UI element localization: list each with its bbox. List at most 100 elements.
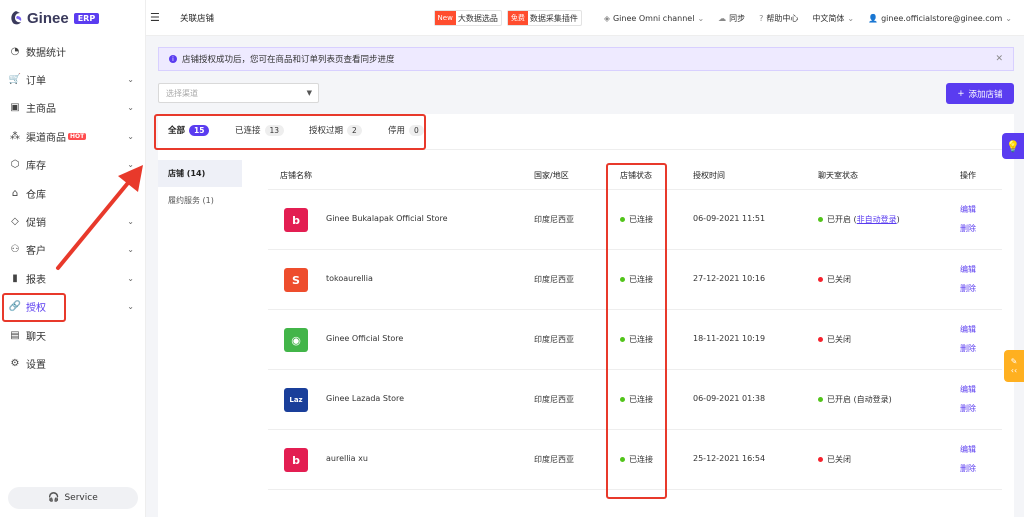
- edit-link[interactable]: 编辑: [960, 444, 976, 455]
- menu-toggle-icon[interactable]: ☰: [150, 11, 162, 24]
- channel-icon: ⁂: [10, 130, 20, 142]
- sidebar-item[interactable]: ▮ 报表 ⌄: [0, 264, 145, 292]
- chevron-down-icon: ⌄: [127, 217, 134, 227]
- sidebar-item[interactable]: 🛒 订单 ⌄: [0, 65, 145, 93]
- sidebar-item[interactable]: ◔ 数据统计: [0, 37, 145, 65]
- sidebar: Ginee ERP ◔ 数据统计 🛒 订单 ⌄ ▣ 主商品 ⌄ ⁂ 渠道商品 HOT ⌄ ⬡ 库存 ⌄ ⌂ 仓库…: [0, 0, 146, 517]
- sidebar-item[interactable]: ⬡ 库存 ⌄: [0, 151, 145, 179]
- feedback-tab[interactable]: ✎ ‹‹: [1004, 350, 1024, 382]
- chat-status-text: 已开启 (自动登录): [827, 395, 892, 404]
- sidebar-item-label: 主商品: [26, 104, 56, 116]
- sidebar-item-label: 报表: [26, 274, 46, 286]
- sidebar-item-label: 数据统计: [26, 47, 66, 59]
- free-badge: 免费: [507, 11, 528, 25]
- auth-time: 27-12-2021 10:16: [693, 274, 766, 283]
- brand-logo[interactable]: Ginee ERP: [0, 0, 145, 36]
- add-store-label: 添加店铺: [968, 89, 1003, 100]
- edit-link[interactable]: 编辑: [960, 204, 976, 215]
- delete-link[interactable]: 删除: [960, 283, 976, 294]
- service-label: Service: [64, 493, 98, 503]
- chevron-down-icon: ▼: [306, 89, 312, 97]
- sidebar-item[interactable]: ▣ 主商品 ⌄: [0, 94, 145, 122]
- sidebar-item[interactable]: ◇ 促销 ⌄: [0, 207, 145, 235]
- col-auth-time: 授权时间: [693, 171, 725, 180]
- delete-link[interactable]: 删除: [960, 463, 976, 474]
- auth-time: 18-11-2021 10:19: [693, 334, 766, 343]
- omni-channel-menu[interactable]: ◈ Ginee Omni channel ⌄: [604, 14, 704, 23]
- auth-time: 06-09-2021 11:51: [693, 214, 766, 223]
- chevron-down-icon: ⌄: [127, 273, 134, 283]
- big-data-label: 大数据选品: [457, 13, 498, 23]
- store-type-nav: 店铺 (14) 履约服务 (1): [158, 160, 242, 214]
- sidebar-item-label: 聊天: [26, 331, 46, 343]
- store-country: 印度尼西亚: [534, 395, 574, 404]
- help-center-link[interactable]: ? 帮助中心: [759, 13, 798, 24]
- store-name: Ginee Bukalapak Official Store: [326, 214, 448, 223]
- bukalapak-logo-icon: b: [284, 208, 308, 232]
- sidebar-item[interactable]: ⚇ 客户 ⌄: [0, 236, 145, 264]
- plugin-label: 数据采集插件: [529, 13, 578, 23]
- account-menu[interactable]: 👤 ginee.officialstore@ginee.com ⌄: [868, 14, 1012, 23]
- tokopedia-logo-icon: ◉: [284, 328, 308, 352]
- language-select[interactable]: 中文简体 ⌄: [812, 13, 854, 24]
- channel-placeholder: 选择渠道: [166, 88, 198, 98]
- edit-link[interactable]: 编辑: [960, 384, 976, 395]
- chat-status: 已开启 (非自动登录): [818, 214, 900, 225]
- sync-link[interactable]: ☁ 同步: [718, 13, 745, 24]
- sidebar-item-label: 仓库: [26, 189, 46, 201]
- omni-label: Ginee Omni channel: [612, 13, 695, 23]
- auth-time: 06-09-2021 01:38: [693, 394, 766, 403]
- sidebar-item-label: 促销: [26, 218, 46, 230]
- edit-link[interactable]: 编辑: [960, 264, 976, 275]
- sidebar-item[interactable]: ⁂ 渠道商品 HOT ⌄: [0, 122, 145, 150]
- warehouse-icon: ⌂: [11, 187, 19, 199]
- tips-bulb-icon[interactable]: 💡: [1002, 133, 1024, 159]
- ginee-logo-icon: [11, 11, 22, 25]
- subnav-stores[interactable]: 店铺 (14): [158, 160, 242, 187]
- channel-select[interactable]: 选择渠道 ▼: [158, 83, 319, 103]
- chevron-down-icon: ⌄: [127, 131, 134, 141]
- big-data-button[interactable]: New 大数据选品: [433, 10, 502, 26]
- chat-status-text: 已关闭: [827, 275, 851, 284]
- annotation-highlight-tabs: [154, 114, 426, 150]
- delete-link[interactable]: 删除: [960, 403, 976, 414]
- help-icon: ?: [759, 13, 764, 23]
- sidebar-nav: ◔ 数据统计 🛒 订单 ⌄ ▣ 主商品 ⌄ ⁂ 渠道商品 HOT ⌄ ⬡ 库存 ⌄ ⌂ 仓库 ◇ 促销 ⌄ ⚇ 客户 ⌄ ▮ 报…: [0, 37, 145, 378]
- annotation-highlight-status: [606, 163, 667, 499]
- service-button[interactable]: 🎧 Service: [8, 487, 138, 509]
- store-name: aurellia xu: [326, 454, 368, 463]
- chat-status-text: 已关闭: [827, 335, 851, 344]
- info-icon: i: [169, 55, 177, 63]
- sidebar-item[interactable]: ⚙ 设置: [0, 349, 145, 377]
- col-chat-status: 聊天室状态: [818, 171, 858, 180]
- col-store-name: 店铺名称: [280, 171, 312, 180]
- cloud-icon: ☁: [718, 13, 727, 23]
- close-icon[interactable]: ✕: [995, 54, 1003, 64]
- sidebar-item[interactable]: ⌂ 仓库: [0, 179, 145, 207]
- store-country: 印度尼西亚: [534, 275, 574, 284]
- plugin-button[interactable]: 免费 数据采集插件: [506, 10, 582, 26]
- help-label: 帮助中心: [766, 13, 799, 23]
- chat-dot: [818, 277, 823, 282]
- col-actions: 操作: [960, 171, 976, 180]
- sidebar-item-label: 客户: [26, 246, 46, 258]
- delete-link[interactable]: 删除: [960, 223, 976, 234]
- chat-dot: [818, 457, 823, 462]
- chat-login-link[interactable]: 非自动登录: [857, 215, 897, 224]
- store-name: tokoaurellia: [326, 274, 373, 283]
- sidebar-item-label: 订单: [26, 76, 46, 88]
- edit-link[interactable]: 编辑: [960, 324, 976, 335]
- sidebar-item-label: 设置: [26, 359, 46, 371]
- subnav-fulfillment[interactable]: 履约服务 (1): [158, 187, 242, 214]
- lazada-logo-icon: Laz: [284, 388, 308, 412]
- plus-icon: +: [957, 88, 965, 99]
- chat-status: 已开启 (自动登录): [818, 394, 892, 405]
- sidebar-item[interactable]: ▤ 聊天: [0, 321, 145, 349]
- pin-icon: ✎: [1010, 357, 1018, 366]
- chevron-down-icon: ⌄: [127, 302, 134, 312]
- store-country: 印度尼西亚: [534, 455, 574, 464]
- chevron-down-icon: ⌄: [127, 103, 134, 113]
- chat-dot: [818, 337, 823, 342]
- delete-link[interactable]: 删除: [960, 343, 976, 354]
- add-store-button[interactable]: + 添加店铺: [946, 83, 1014, 104]
